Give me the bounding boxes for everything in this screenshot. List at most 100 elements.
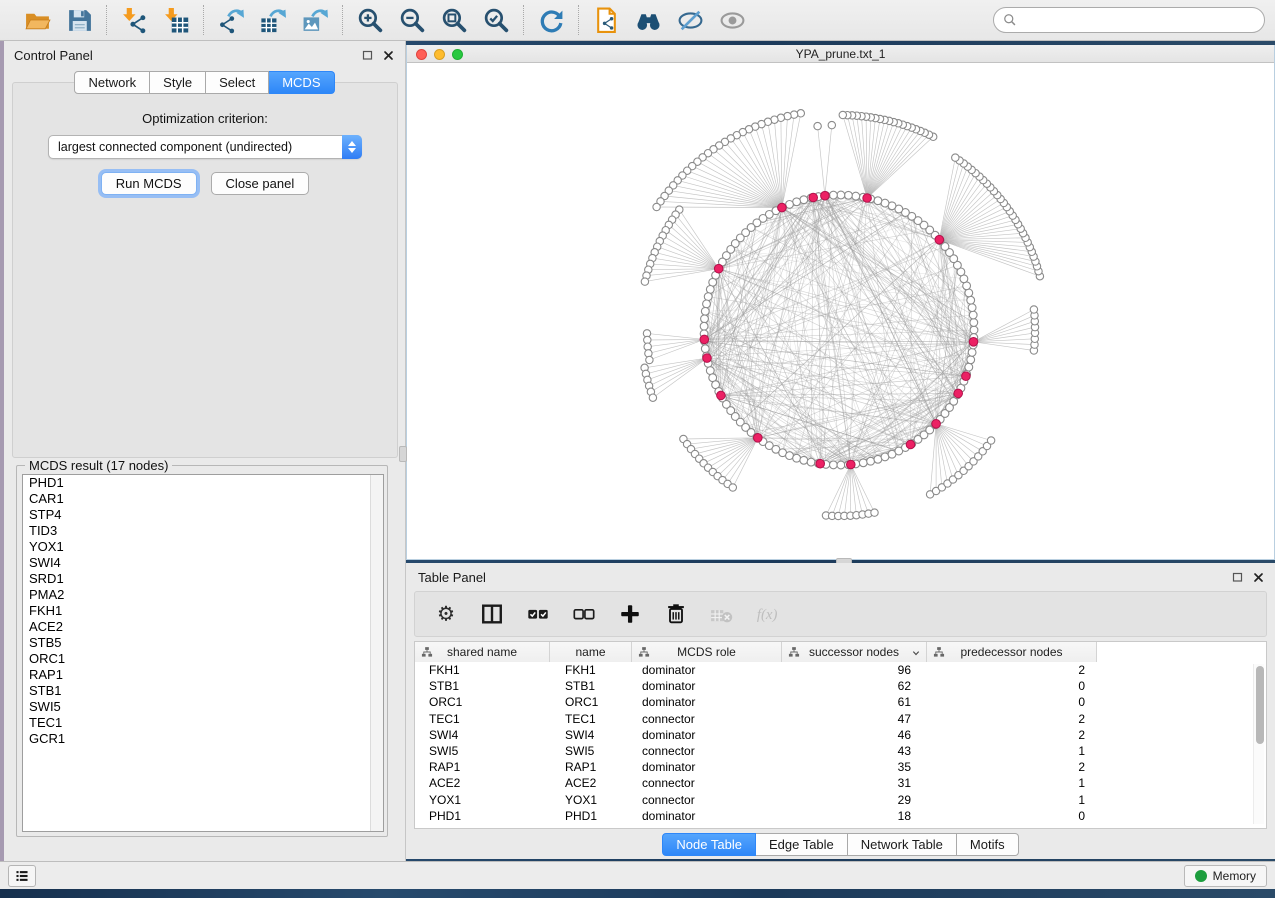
first-neighbors-button[interactable] (630, 4, 666, 36)
graph-node[interactable] (845, 191, 853, 199)
graph-mcds-node[interactable] (700, 335, 709, 344)
float-table-panel-icon[interactable] (1231, 571, 1244, 584)
graph-leaf-node[interactable] (828, 121, 835, 128)
tab-select[interactable]: Select (206, 71, 269, 94)
mcds-result-node[interactable]: ACE2 (23, 619, 383, 635)
graph-mcds-node[interactable] (809, 193, 818, 202)
tab-node-table[interactable]: Node Table (662, 833, 756, 856)
graph-node[interactable] (859, 459, 867, 467)
mcds-result-node[interactable]: STB5 (23, 635, 383, 651)
graph-node[interactable] (970, 326, 978, 334)
table-row[interactable]: RAP1RAP1dominator352 (415, 760, 1266, 776)
mcds-result-node[interactable]: STB1 (23, 683, 383, 699)
table-row[interactable]: PHD1PHD1dominator180 (415, 809, 1266, 825)
tab-style[interactable]: Style (150, 71, 206, 94)
graph-mcds-node[interactable] (821, 191, 830, 200)
mcds-result-node[interactable]: YOX1 (23, 539, 383, 555)
graph-node[interactable] (867, 457, 875, 465)
graph-mcds-node[interactable] (962, 372, 971, 381)
graph-mcds-node[interactable] (714, 264, 723, 273)
table-row[interactable]: FKH1FKH1dominator962 (415, 663, 1266, 679)
maximize-window-icon[interactable] (452, 49, 463, 60)
graph-node[interactable] (701, 345, 709, 353)
column-header-successor-nodes[interactable]: successor nodes (782, 642, 927, 662)
mcds-result-node[interactable]: STP4 (23, 507, 383, 523)
close-table-panel-icon[interactable] (1252, 571, 1265, 584)
mcds-result-node[interactable]: SRD1 (23, 571, 383, 587)
graph-leaf-node[interactable] (871, 509, 878, 516)
table-row[interactable]: STB1STB1dominator620 (415, 679, 1266, 695)
memory-button[interactable]: Memory (1184, 865, 1267, 887)
graph-node[interactable] (970, 319, 978, 327)
graph-leaf-node[interactable] (797, 110, 804, 117)
graph-leaf-node[interactable] (952, 154, 959, 161)
task-history-button[interactable] (8, 865, 36, 887)
open-session-button[interactable] (19, 4, 55, 36)
graph-node[interactable] (874, 197, 882, 205)
minimize-window-icon[interactable] (434, 49, 445, 60)
graph-mcds-node[interactable] (935, 235, 944, 244)
zoom-out-button[interactable] (394, 4, 430, 36)
search-input[interactable] (1022, 13, 1256, 27)
graph-node[interactable] (969, 311, 977, 319)
column-header-name[interactable]: name (550, 642, 632, 662)
graph-node[interactable] (967, 356, 975, 364)
table-row[interactable]: SWI5SWI5connector431 (415, 744, 1266, 760)
graph-node[interactable] (830, 461, 838, 469)
export-table-button[interactable] (255, 4, 291, 36)
mcds-result-node[interactable]: CAR1 (23, 491, 383, 507)
new-network-from-selection-button[interactable] (588, 4, 624, 36)
graph-mcds-node[interactable] (906, 440, 915, 449)
export-network-button[interactable] (213, 4, 249, 36)
column-header-predecessor-nodes[interactable]: predecessor nodes (927, 642, 1097, 662)
mcds-result-node[interactable]: RAP1 (23, 667, 383, 683)
import-network-button[interactable] (116, 4, 152, 36)
graph-node[interactable] (837, 191, 845, 199)
export-image-button[interactable] (297, 4, 333, 36)
graph-node[interactable] (701, 307, 709, 315)
graph-mcds-node[interactable] (863, 194, 872, 203)
graph-node[interactable] (800, 456, 808, 464)
vertical-splitter-handle[interactable] (399, 446, 407, 462)
table-scrollbar-thumb[interactable] (1256, 666, 1264, 744)
tab-motifs[interactable]: Motifs (957, 833, 1019, 856)
network-canvas[interactable] (407, 63, 1274, 558)
graph-leaf-node[interactable] (646, 356, 653, 363)
graph-leaf-node[interactable] (641, 278, 648, 285)
graph-leaf-node[interactable] (814, 122, 821, 129)
result-list-scrollbar[interactable] (370, 475, 383, 831)
column-visibility-button[interactable] (479, 601, 505, 627)
mcds-result-node[interactable]: TID3 (23, 523, 383, 539)
graph-node[interactable] (965, 363, 973, 371)
select-all-rows-button[interactable] (525, 601, 551, 627)
tab-edge-table[interactable]: Edge Table (756, 833, 848, 856)
column-header-shared-name[interactable]: shared name (415, 642, 550, 662)
mcds-result-node[interactable]: PHD1 (23, 475, 383, 491)
graph-mcds-node[interactable] (816, 459, 825, 468)
refresh-button[interactable] (533, 4, 569, 36)
table-row[interactable]: TEC1TEC1connector472 (415, 712, 1266, 728)
zoom-selected-button[interactable] (478, 4, 514, 36)
graph-mcds-node[interactable] (847, 460, 856, 469)
tab-mcds[interactable]: MCDS (269, 71, 334, 94)
graph-leaf-node[interactable] (729, 484, 736, 491)
graph-mcds-node[interactable] (703, 354, 712, 363)
column-header-MCDS-role[interactable]: MCDS role (632, 642, 782, 662)
import-table-button[interactable] (158, 4, 194, 36)
graph-node[interactable] (700, 322, 708, 330)
mcds-result-node[interactable]: TEC1 (23, 715, 383, 731)
hide-selected-button[interactable] (672, 4, 708, 36)
table-settings-button[interactable]: ⚙ (433, 601, 459, 627)
graph-node[interactable] (968, 349, 976, 357)
graph-mcds-node[interactable] (778, 203, 787, 212)
table-row[interactable]: YOX1YOX1connector291 (415, 793, 1266, 809)
graph-node[interactable] (852, 192, 860, 200)
graph-mcds-node[interactable] (954, 389, 963, 398)
mcds-result-node[interactable]: GCR1 (23, 731, 383, 747)
network-view-titlebar[interactable]: YPA_prune.txt_1 (407, 45, 1274, 63)
float-panel-icon[interactable] (361, 49, 374, 62)
graph-leaf-node[interactable] (649, 394, 656, 401)
close-panel-icon[interactable] (382, 49, 395, 62)
search-box[interactable] (993, 7, 1265, 33)
graph-node[interactable] (701, 315, 709, 323)
